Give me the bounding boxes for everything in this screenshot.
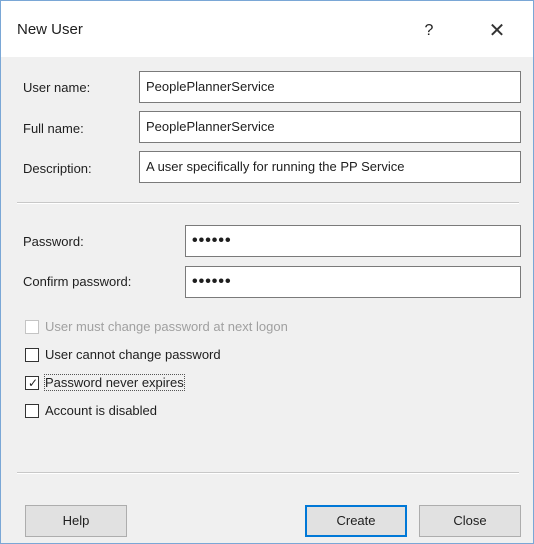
confirm-password-label: Confirm password: [23, 274, 132, 289]
dialog-title: New User [17, 21, 83, 38]
help-button[interactable]: Help [25, 505, 127, 537]
description-field[interactable]: A user specifically for running the PP S… [139, 151, 521, 183]
separator-top [17, 202, 519, 204]
separator-bottom [17, 472, 519, 474]
confirm-password-field[interactable]: •••••• [185, 266, 521, 298]
username-field[interactable]: PeoplePlannerService [139, 71, 521, 103]
question-mark-icon[interactable]: ? [409, 15, 449, 47]
description-label: Description: [23, 161, 92, 176]
account-disabled-label: Account is disabled [45, 403, 158, 418]
close-button[interactable]: Close [419, 505, 521, 537]
title-bar[interactable]: New User ? ✕ [1, 1, 533, 57]
account-disabled-option[interactable]: Account is disabled [25, 403, 205, 421]
cannot-change-password-label: User cannot change password [45, 347, 221, 362]
cannot-change-password-checkbox[interactable] [25, 348, 39, 362]
password-field[interactable]: •••••• [185, 225, 521, 257]
cannot-change-password-option[interactable]: User cannot change password [25, 347, 285, 365]
must-change-password-option[interactable]: User must change password at next logon [25, 319, 345, 337]
close-icon[interactable]: ✕ [477, 15, 517, 47]
password-label: Password: [23, 234, 84, 249]
checkmark-icon: ✓ [28, 376, 39, 390]
must-change-password-label: User must change password at next logon [45, 319, 288, 334]
must-change-password-checkbox[interactable] [25, 320, 39, 334]
password-never-expires-label: Password never expires [44, 374, 185, 391]
username-label: User name: [23, 80, 91, 95]
new-user-dialog: New User ? ✕ User name: PeoplePlannerSer… [0, 0, 534, 544]
password-never-expires-checkbox[interactable]: ✓ [25, 376, 39, 390]
create-button[interactable]: Create [305, 505, 407, 537]
account-disabled-checkbox[interactable] [25, 404, 39, 418]
fullname-label: Full name: [23, 121, 84, 136]
fullname-field[interactable]: PeoplePlannerService [139, 111, 521, 143]
password-never-expires-option[interactable]: ✓ Password never expires [25, 374, 225, 393]
